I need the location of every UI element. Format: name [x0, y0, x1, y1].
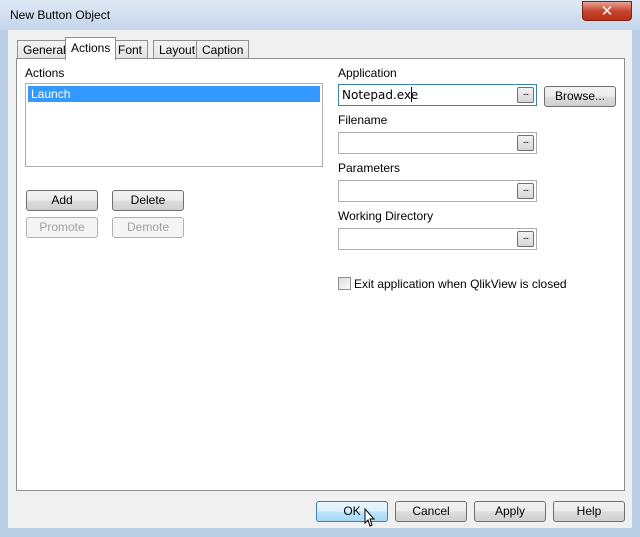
cancel-button[interactable]: Cancel — [395, 501, 467, 522]
ellipsis-icon: ... — [522, 231, 529, 242]
parameters-field[interactable]: ... — [338, 180, 537, 202]
application-field[interactable]: Notepad.exe ... — [338, 84, 537, 106]
close-button[interactable]: ✕ — [582, 1, 632, 21]
filename-ellipsis-button[interactable]: ... — [517, 135, 534, 151]
close-icon: ✕ — [600, 2, 614, 20]
working-directory-field[interactable]: ... — [338, 228, 537, 250]
actions-label: Actions — [25, 66, 65, 80]
working-directory-ellipsis-button[interactable]: ... — [517, 231, 534, 247]
browse-button[interactable]: Browse... — [544, 86, 616, 107]
exit-on-close-label[interactable]: Exit application when QlikView is closed — [354, 277, 567, 291]
ellipsis-icon: ... — [522, 87, 529, 98]
list-item[interactable]: Launch — [28, 86, 320, 102]
tab-font[interactable]: Font — [112, 40, 149, 58]
add-button[interactable]: Add — [26, 190, 98, 211]
title-bar: New Button Object ✕ — [0, 0, 640, 30]
application-ellipsis-button[interactable]: ... — [517, 87, 534, 103]
tab-general[interactable]: General — [17, 40, 72, 58]
parameters-ellipsis-button[interactable]: ... — [517, 183, 534, 199]
promote-button[interactable]: Promote — [26, 217, 98, 238]
text-caret — [411, 87, 412, 102]
ellipsis-icon: ... — [522, 183, 529, 194]
demote-button[interactable]: Demote — [112, 217, 184, 238]
delete-button[interactable]: Delete — [112, 190, 184, 211]
tab-caption[interactable]: Caption — [196, 40, 250, 58]
application-label: Application — [338, 66, 397, 80]
mouse-pointer-icon — [364, 508, 376, 527]
actions-list[interactable]: Launch — [25, 83, 323, 167]
tab-actions[interactable]: Actions — [65, 37, 117, 60]
working-directory-label: Working Directory — [338, 209, 434, 223]
parameters-label: Parameters — [338, 161, 401, 175]
filename-field[interactable]: ... — [338, 132, 537, 154]
apply-button[interactable]: Apply — [474, 501, 546, 522]
exit-on-close-checkbox[interactable] — [338, 277, 351, 290]
help-button[interactable]: Help — [553, 501, 625, 522]
ok-button[interactable]: OK — [316, 501, 388, 522]
application-value: Notepad.exe — [342, 88, 419, 102]
window-title: New Button Object — [10, 8, 111, 22]
tab-layout[interactable]: Layout — [153, 40, 202, 58]
filename-label: Filename — [338, 113, 388, 127]
ellipsis-icon: ... — [522, 135, 529, 146]
